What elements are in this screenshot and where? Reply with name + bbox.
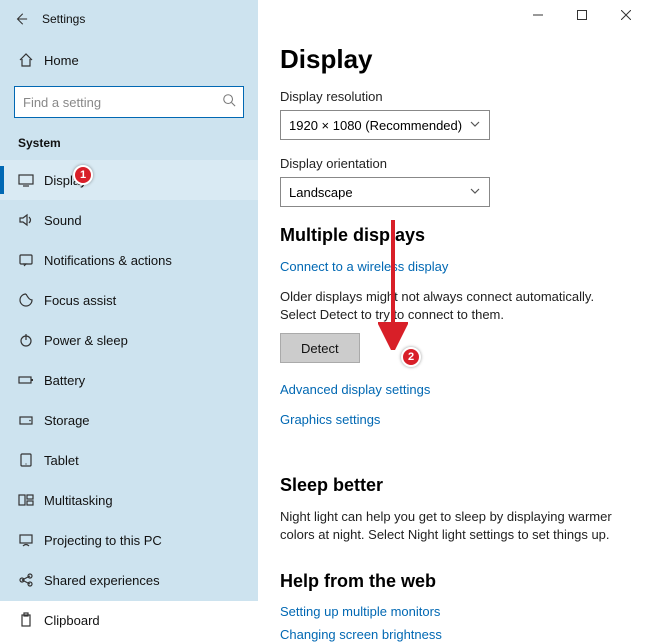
home-label: Home (44, 53, 79, 68)
sidebar-item-label: Shared experiences (44, 573, 160, 588)
sidebar-item-label: Clipboard (44, 613, 100, 628)
multitasking-icon (18, 492, 44, 508)
graphics-settings-link[interactable]: Graphics settings (280, 412, 380, 427)
callout-1: 1 (73, 165, 93, 185)
orientation-label: Display orientation (280, 156, 626, 171)
home-icon (18, 52, 44, 68)
sidebar-item-label: Projecting to this PC (44, 533, 162, 548)
sleep-heading: Sleep better (280, 475, 626, 496)
close-button[interactable] (604, 0, 648, 30)
battery-icon (18, 372, 44, 388)
chevron-down-icon (469, 185, 481, 200)
page-title: Display (280, 44, 626, 75)
orientation-select[interactable]: Landscape (280, 177, 490, 207)
search-icon (222, 93, 236, 112)
annotation-arrow (378, 220, 408, 350)
sidebar-item-label: Power & sleep (44, 333, 128, 348)
sound-icon (18, 212, 44, 228)
sidebar-item-multitasking[interactable]: Multitasking (0, 480, 258, 520)
back-icon[interactable] (0, 0, 42, 38)
chevron-down-icon (469, 118, 481, 133)
category-label: System (0, 136, 258, 160)
sidebar-item-label: Battery (44, 373, 85, 388)
callout-2: 2 (401, 347, 421, 367)
search-input[interactable] (14, 86, 244, 118)
sidebar-item-tablet[interactable]: Tablet (0, 440, 258, 480)
minimize-button[interactable] (516, 0, 560, 30)
sidebar-item-power[interactable]: Power & sleep (0, 320, 258, 360)
shared-icon (18, 572, 44, 588)
notifications-icon (18, 252, 44, 268)
power-icon (18, 332, 44, 348)
sidebar-item-label: Notifications & actions (44, 253, 172, 268)
detect-button[interactable]: Detect (280, 333, 360, 363)
sidebar-item-label: Storage (44, 413, 90, 428)
sidebar-item-projecting[interactable]: Projecting to this PC (0, 520, 258, 560)
focus-icon (18, 292, 44, 308)
sidebar-item-clipboard[interactable]: Clipboard (0, 600, 258, 640)
search-wrap (14, 86, 244, 118)
sidebar: Settings Home System Display Sound Notif… (0, 0, 258, 601)
help-heading: Help from the web (280, 571, 626, 592)
advanced-display-link[interactable]: Advanced display settings (280, 382, 430, 397)
sidebar-item-display[interactable]: Display (0, 160, 258, 200)
orientation-value: Landscape (289, 185, 353, 200)
sidebar-item-label: Focus assist (44, 293, 116, 308)
sidebar-item-sound[interactable]: Sound (0, 200, 258, 240)
display-icon (18, 172, 44, 188)
sidebar-item-storage[interactable]: Storage (0, 400, 258, 440)
titlebar: Settings (0, 0, 258, 38)
app-title: Settings (42, 12, 85, 26)
sidebar-item-label: Multitasking (44, 493, 113, 508)
help-link-multimonitor[interactable]: Setting up multiple monitors (280, 604, 626, 619)
maximize-button[interactable] (560, 0, 604, 30)
sleep-text: Night light can help you get to sleep by… (280, 508, 626, 543)
content: Display Display resolution 1920 × 1080 (… (258, 0, 648, 601)
resolution-label: Display resolution (280, 89, 626, 104)
sidebar-item-battery[interactable]: Battery (0, 360, 258, 400)
window-controls (516, 0, 648, 30)
sidebar-item-notifications[interactable]: Notifications & actions (0, 240, 258, 280)
older-displays-text: Older displays might not always connect … (280, 288, 626, 323)
storage-icon (18, 412, 44, 428)
resolution-select[interactable]: 1920 × 1080 (Recommended) (280, 110, 490, 140)
resolution-value: 1920 × 1080 (Recommended) (289, 118, 462, 133)
sidebar-item-label: Tablet (44, 453, 79, 468)
home-nav[interactable]: Home (0, 42, 258, 78)
sidebar-item-label: Sound (44, 213, 82, 228)
projecting-icon (18, 532, 44, 548)
multi-displays-heading: Multiple displays (280, 225, 626, 246)
sidebar-item-shared[interactable]: Shared experiences (0, 560, 258, 600)
main: Display Display resolution 1920 × 1080 (… (258, 0, 648, 642)
tablet-icon (18, 452, 44, 468)
help-link-brightness[interactable]: Changing screen brightness (280, 627, 626, 642)
clipboard-icon (18, 612, 44, 628)
connect-wireless-link[interactable]: Connect to a wireless display (280, 259, 448, 274)
sidebar-item-focus[interactable]: Focus assist (0, 280, 258, 320)
